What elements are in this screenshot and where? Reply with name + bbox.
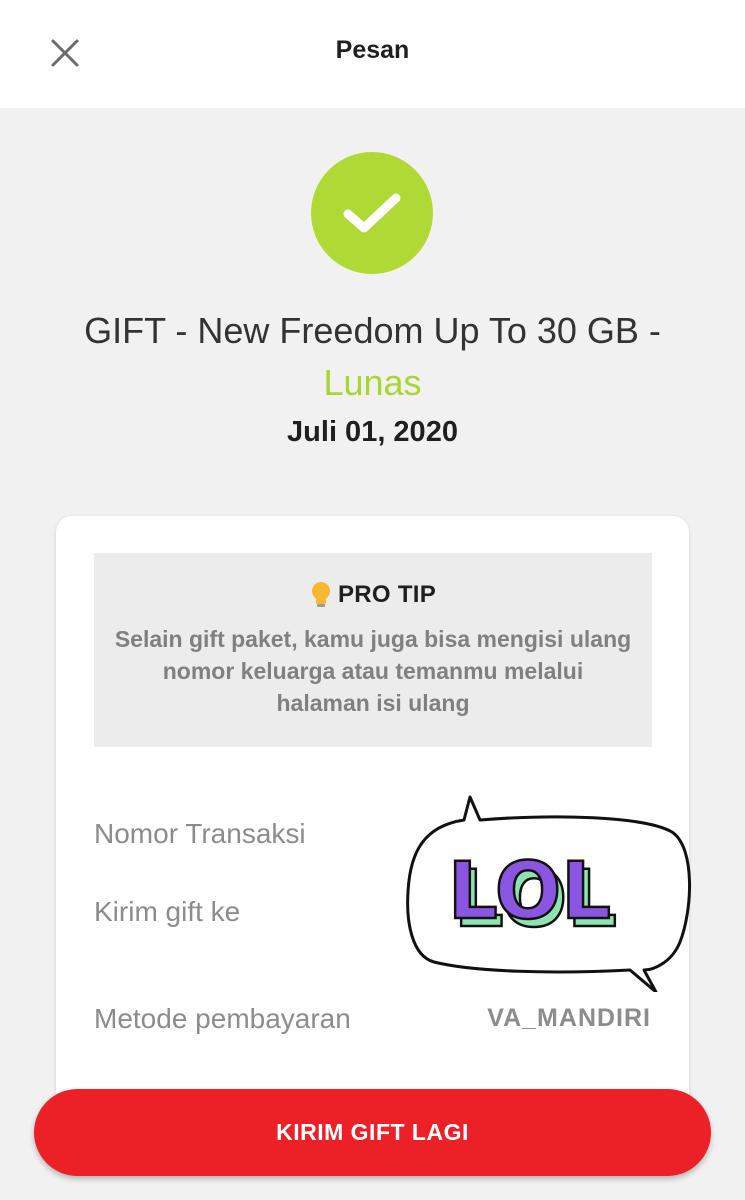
lol-sticker: LOL LOL [406,795,691,992]
top-bar: Pesan [0,0,745,108]
pro-tip-box: PRO TIP Selain gift paket, kamu juga bis… [94,553,652,747]
order-date: Juli 01, 2020 [287,416,458,448]
payment-method-value: VA_MANDIRI [487,1004,651,1032]
gift-to-label: Kirim gift ke [94,896,241,927]
page-title: Pesan [335,36,410,64]
success-badge [311,152,433,274]
transaction-number-label: Nomor Transaksi [94,818,306,849]
payment-method-label: Metode pembayaran [94,1003,351,1034]
lightbulb-icon [311,582,330,607]
send-gift-again-button[interactable]: KIRIM GIFT LAGI [34,1089,711,1176]
order-title: GIFT - New Freedom Up To 30 GB - [84,310,661,351]
pro-tip-title: PRO TIP [337,581,437,608]
sticker-text: LOL [448,847,611,937]
pro-tip-header: PRO TIP [94,581,652,609]
check-icon [343,193,401,233]
pro-tip-text: Selain gift paket, kamu juga bisa mengis… [114,626,632,716]
order-status: Lunas [323,362,422,403]
